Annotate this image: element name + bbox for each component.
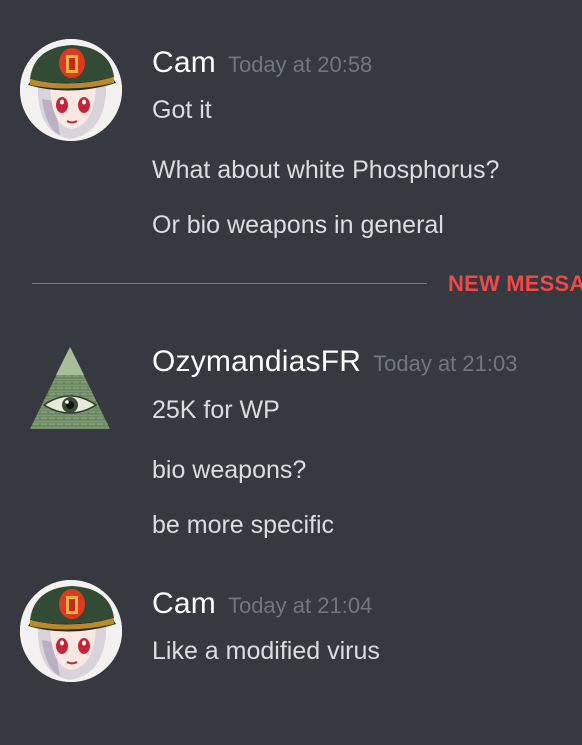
timestamp[interactable]: Today at 21:03 [373, 351, 517, 376]
illuminati-pyramid-icon [30, 347, 110, 429]
username[interactable]: Cam [152, 46, 216, 79]
message-text: What about white Phosphorus? [152, 156, 500, 184]
new-messages-label: NEW MESSA [448, 271, 582, 296]
message-text: Like a modified virus [152, 637, 380, 665]
message-text: 25K for WP [152, 396, 280, 424]
chat-messages: Cam Today at 20:58 Got it What about whit… [0, 0, 582, 745]
user-avatar[interactable] [28, 345, 112, 431]
username[interactable]: OzymandiasFR [152, 345, 361, 378]
username[interactable]: Cam [152, 587, 216, 620]
message-text: Or bio weapons in general [152, 211, 444, 239]
new-messages-divider [32, 283, 427, 284]
message-text: Got it [152, 96, 212, 124]
message-header: OzymandiasFR Today at 21:03 [152, 345, 517, 379]
message-text: bio weapons? [152, 456, 307, 484]
user-avatar[interactable] [20, 580, 122, 682]
timestamp[interactable]: Today at 21:04 [228, 593, 372, 618]
anime-officer-icon [20, 580, 122, 682]
message-text: be more specific [152, 511, 335, 539]
anime-officer-icon [20, 39, 122, 141]
message-header: Cam Today at 21:04 [152, 587, 372, 621]
user-avatar[interactable] [20, 39, 122, 141]
timestamp[interactable]: Today at 20:58 [228, 52, 372, 77]
message-header: Cam Today at 20:58 [152, 46, 372, 80]
